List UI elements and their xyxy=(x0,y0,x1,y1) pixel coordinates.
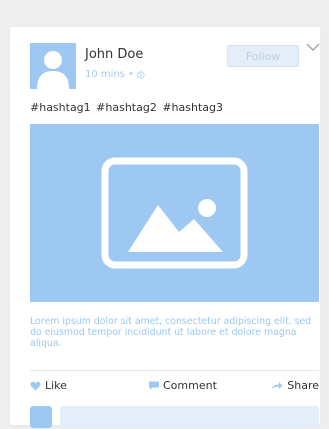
chevron-down-icon[interactable] xyxy=(306,43,320,53)
image-placeholder-icon xyxy=(101,157,248,269)
comment-button[interactable]: Comment xyxy=(149,379,217,392)
share-label: Share xyxy=(287,379,319,392)
post-meta: 10 mins • xyxy=(85,69,145,80)
speech-bubble-icon xyxy=(149,381,159,390)
post-time: 10 mins xyxy=(85,69,125,80)
post-hashtags[interactable]: #hashtag1 #hashtag2 #hashtag3 xyxy=(30,101,223,114)
like-label: Like xyxy=(45,379,67,392)
post-card: John Doe 10 mins • Follow #hashtag1 #has… xyxy=(10,27,320,428)
post-body: Lorem ipsum dolor sit amet, consectetur … xyxy=(30,316,312,349)
author-name[interactable]: John Doe xyxy=(85,47,143,62)
like-button[interactable]: Like xyxy=(30,379,67,392)
post-actions: Like Comment Share xyxy=(30,379,319,395)
follow-button[interactable]: Follow xyxy=(227,45,299,67)
share-arrow-icon xyxy=(271,382,283,390)
share-button[interactable]: Share xyxy=(271,379,319,392)
user-silhouette-icon xyxy=(37,51,69,89)
comment-label: Comment xyxy=(163,379,217,392)
meta-separator: • xyxy=(127,69,134,80)
commenter-avatar xyxy=(30,406,52,428)
author-avatar[interactable] xyxy=(30,43,76,89)
divider xyxy=(30,370,319,371)
globe-icon xyxy=(137,70,145,79)
comment-input[interactable] xyxy=(60,406,319,428)
page: John Doe 10 mins • Follow #hashtag1 #has… xyxy=(0,0,329,429)
post-image[interactable] xyxy=(30,124,319,302)
heart-icon xyxy=(30,381,41,390)
